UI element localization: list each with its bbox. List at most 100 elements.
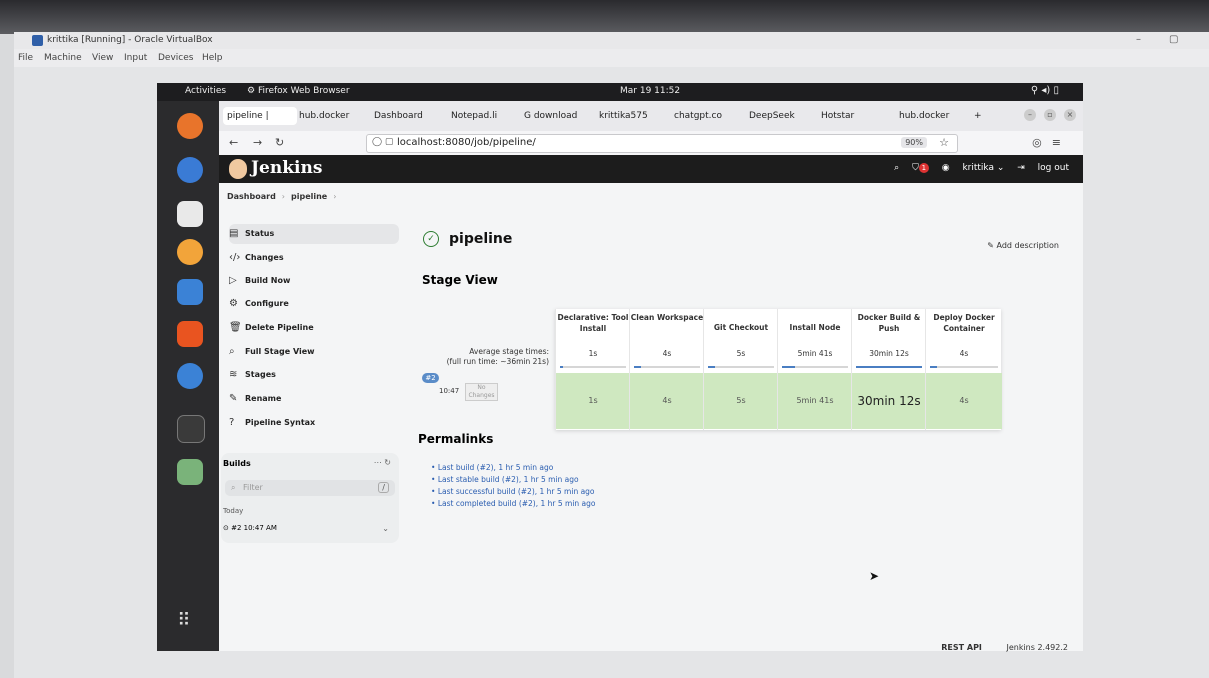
permalink-label: Last successful build (#2), 1 hr 5 min a…: [437, 487, 595, 496]
build-run-time: 10:47: [439, 387, 460, 395]
menu-view[interactable]: View: [92, 53, 113, 63]
window-maximize-icon[interactable]: ▫: [1044, 109, 1056, 121]
help-icon[interactable]: [177, 363, 203, 389]
logout-label: log out: [1037, 163, 1069, 173]
builds-refresh-icon[interactable]: ⋯ ↻: [374, 458, 391, 467]
firefox-icon[interactable]: [177, 113, 203, 139]
breadcrumb-dashboard[interactable]: Dashboard: [227, 192, 276, 201]
user-menu[interactable]: ◉ krittika ⌄: [942, 163, 1005, 173]
stage-run-cell[interactable]: 4s: [926, 373, 1002, 429]
jenkins-header: Jenkins ⌕ ⛉ 1 ◉ krittika ⌄ ⇥ log out: [219, 155, 1083, 183]
permalink-last-build[interactable]: • Last build (#2), 1 hr 5 min ago: [431, 462, 596, 474]
stage-avg-time: 4s: [959, 349, 969, 358]
rhythmbox-icon[interactable]: [177, 239, 203, 265]
active-app-name: Firefox Web Browser: [257, 86, 350, 96]
tab-chatgpt[interactable]: chatgpt.co: [674, 107, 744, 125]
trash-icon: 🗑: [229, 322, 242, 333]
tab-download[interactable]: G download: [524, 107, 590, 125]
system-tray[interactable]: ⚲ ◂) ▯: [1031, 85, 1059, 96]
stage-view-table: Declarative: Tool Install 1s 1s Clean Wo…: [555, 309, 1002, 430]
sidebar-item-full-stage-view[interactable]: ⌕ Full Stage View: [229, 342, 399, 362]
stage-run-cell[interactable]: 5s: [704, 373, 778, 429]
builds-filter-input[interactable]: ⌕ Filter /: [225, 480, 395, 496]
writer-icon[interactable]: [177, 279, 203, 305]
build-entry[interactable]: ⊙ #2 10:47 AM: [223, 524, 277, 532]
add-description-button[interactable]: ✎ Add description: [987, 241, 1059, 250]
zoom-level[interactable]: 90%: [901, 137, 927, 148]
build-expand-icon[interactable]: ⌄: [382, 524, 389, 533]
logout-link[interactable]: ⇥ log out: [1017, 163, 1069, 173]
stage-run-cell[interactable]: 30min 12s: [852, 373, 926, 429]
sidebar-item-changes[interactable]: ‹/› Changes: [229, 248, 399, 268]
sidebar-item-build-now[interactable]: ▷ Build Now: [229, 271, 399, 291]
tab-github[interactable]: krittika575: [599, 107, 667, 125]
permalink-last-completed-build[interactable]: • Last completed build (#2), 1 hr 5 min …: [431, 498, 596, 510]
software-icon[interactable]: [177, 321, 203, 347]
window-close-icon[interactable]: ×: [1064, 109, 1076, 121]
pencil-icon: ✎: [229, 393, 238, 404]
trash-icon[interactable]: [177, 459, 203, 485]
stage-avg-time: 30min 12s: [869, 349, 909, 358]
minimize-icon[interactable]: –: [1136, 34, 1141, 45]
stage-run-cell[interactable]: 1s: [556, 373, 630, 429]
tab-hotstar[interactable]: Hotstar: [821, 107, 881, 125]
search-icon[interactable]: ⌕: [894, 163, 899, 173]
virtualbox-menubar: File Machine View Input Devices Help: [14, 49, 1209, 67]
active-app-label[interactable]: ⚙ Firefox Web Browser: [247, 86, 350, 96]
sidebar-item-pipeline-syntax[interactable]: ? Pipeline Syntax: [229, 413, 399, 433]
tab-hub-docker[interactable]: hub.docker: [299, 107, 367, 125]
sidebar-item-delete-pipeline[interactable]: 🗑 Delete Pipeline: [229, 318, 399, 338]
sidebar-item-rename[interactable]: ✎ Rename: [229, 389, 399, 409]
permalink-last-successful-build[interactable]: • Last successful build (#2), 1 hr 5 min…: [431, 486, 596, 498]
tab-notepad[interactable]: Notepad.li: [451, 107, 517, 125]
jenkins-version-link[interactable]: Jenkins 2.492.2: [1006, 643, 1068, 652]
menu-input[interactable]: Input: [124, 53, 147, 63]
sidebar-item-stages[interactable]: ≋ Stages: [229, 365, 399, 385]
menu-machine[interactable]: Machine: [44, 53, 82, 63]
stage-column: Clean Workspace 4s 4s: [629, 309, 704, 430]
tab-hub-docker-2[interactable]: hub.docker: [899, 107, 963, 125]
menu-devices[interactable]: Devices: [158, 53, 193, 63]
terminal-icon[interactable]: [177, 415, 205, 443]
sidebar-item-configure[interactable]: ⚙ Configure: [229, 294, 399, 314]
clock[interactable]: Mar 19 11:52: [620, 86, 680, 96]
url-bar[interactable]: ◯ ▢ localhost:8080/job/pipeline/ 90% ☆: [366, 134, 958, 153]
tab-deepseek[interactable]: DeepSeek: [749, 107, 815, 125]
build-entry-label: #2 10:47 AM: [231, 524, 277, 532]
bookmark-star-icon[interactable]: ☆: [939, 136, 949, 149]
security-icon[interactable]: ⛉ 1: [912, 163, 929, 173]
tab-pipeline[interactable]: pipeline |: [223, 107, 297, 125]
menu-help[interactable]: Help: [202, 53, 223, 63]
build-number-badge[interactable]: #2: [422, 373, 439, 383]
stage-avg-bar: [930, 366, 998, 368]
page-info-icon[interactable]: ◯ ▢: [372, 137, 393, 147]
notification-badge: 1: [918, 163, 929, 173]
forward-icon[interactable]: →: [253, 136, 262, 149]
activities-button[interactable]: Activities: [185, 86, 226, 96]
browser-tab-bar: pipeline | hub.docker Dashboard Notepad.…: [219, 101, 1083, 131]
stage-run-cell[interactable]: 5min 41s: [778, 373, 852, 429]
menu-file[interactable]: File: [18, 53, 33, 63]
permalinks-list: • Last build (#2), 1 hr 5 min ago • Last…: [431, 462, 596, 510]
stage-header: Docker Build & Push: [857, 313, 921, 333]
tab-dashboard[interactable]: Dashboard: [374, 107, 444, 125]
jenkins-logo-icon[interactable]: [229, 159, 247, 179]
maximize-icon[interactable]: ▢: [1169, 34, 1178, 45]
stage-avg-time: 1s: [588, 349, 598, 358]
avg-label-line1: Average stage times:: [469, 347, 549, 356]
sidebar-item-status[interactable]: ▤ Status: [229, 224, 399, 244]
reload-icon[interactable]: ↻: [275, 136, 284, 149]
browser-menu-icons[interactable]: ◎≡: [1032, 136, 1071, 149]
show-apps-icon[interactable]: ⠿: [172, 609, 196, 633]
stage-header: Clean Workspace: [630, 313, 704, 322]
jenkins-brand[interactable]: Jenkins: [251, 158, 322, 178]
rest-api-link[interactable]: REST API: [941, 643, 982, 652]
breadcrumb-pipeline[interactable]: pipeline: [291, 192, 327, 201]
thunderbird-icon[interactable]: [177, 157, 203, 183]
new-tab-button[interactable]: +: [974, 107, 988, 125]
files-icon[interactable]: [177, 201, 203, 227]
back-icon[interactable]: ←: [229, 136, 238, 149]
window-minimize-icon[interactable]: –: [1024, 109, 1036, 121]
permalink-last-stable-build[interactable]: • Last stable build (#2), 1 hr 5 min ago: [431, 474, 596, 486]
stage-run-cell[interactable]: 4s: [630, 373, 704, 429]
